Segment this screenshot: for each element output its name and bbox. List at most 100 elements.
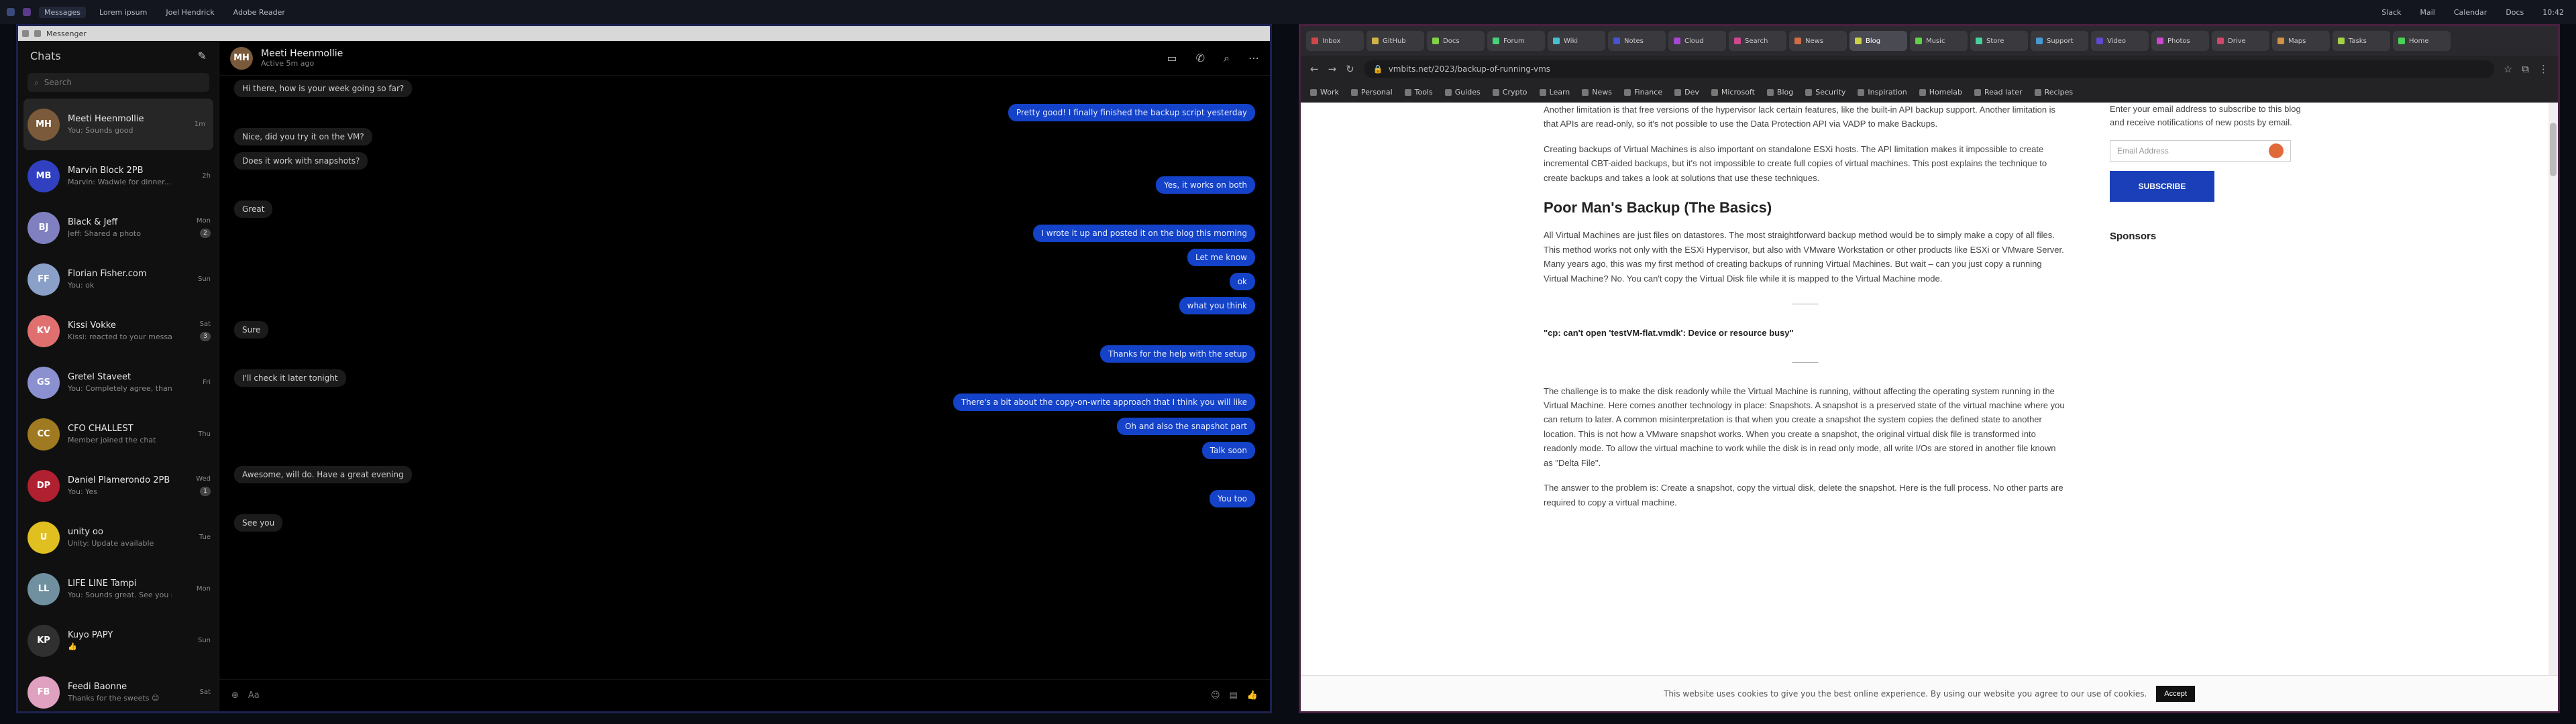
bookmark-item[interactable]: Work [1310,88,1339,97]
browser-tab[interactable]: Inbox [1306,31,1364,51]
message-bubble[interactable]: what you think [1179,297,1255,314]
bookmark-item[interactable]: Security [1805,88,1845,97]
chat-list-item[interactable]: FF Florian Fisher.com You: ok Sun [18,253,219,305]
avatar[interactable]: MH [230,46,253,70]
browser-tab[interactable]: Music [1910,31,1968,51]
menu-icon[interactable]: ⋮ [2538,63,2548,75]
address-bar[interactable]: 🔒 vmbits.net/2023/backup-of-running-vms [1363,60,2494,78]
sticker-icon[interactable]: ☺ [1211,690,1220,701]
chat-list-item[interactable]: MB Marvin Block 2PB Marvin: Wadwie for din… [18,150,219,202]
taskbar-item[interactable]: Docs [2500,7,2529,18]
search-input[interactable]: Search [44,78,72,87]
browser-tab[interactable]: Home [2393,31,2451,51]
clock[interactable]: 10:42 [2537,7,2569,18]
message-bubble[interactable]: See you [234,514,283,532]
workspace-icon[interactable] [23,8,31,16]
accept-cookies-button[interactable]: Accept [2156,685,2195,702]
password-manager-icon[interactable] [2269,143,2284,159]
bookmark-item[interactable]: News [1582,88,1612,97]
message-bubble[interactable]: Great [234,200,273,218]
bookmark-item[interactable]: Homelab [1919,88,1962,97]
taskbar-item[interactable]: Slack [2376,7,2406,18]
message-bubble[interactable]: Yes, it works on both [1156,176,1255,194]
bookmark-item[interactable]: Dev [1674,88,1699,97]
extensions-icon[interactable]: ⧉ [2522,63,2529,75]
browser-tab[interactable]: Forum [1487,31,1545,51]
url-text[interactable]: vmbits.net/2023/backup-of-running-vms [1389,64,1550,74]
message-bubble[interactable]: You too [1210,490,1255,507]
window-titlebar[interactable]: Messenger [18,26,1270,41]
chat-list-item[interactable]: Uunity oo Unity: Update available Tue [18,511,219,563]
bookmark-item[interactable]: Personal [1350,88,1393,97]
like-icon[interactable]: 👍 [1247,690,1258,701]
message-bubble[interactable]: I wrote it up and posted it on the blog … [1033,225,1255,242]
add-icon[interactable]: ⊕ [231,690,239,701]
taskbar-item[interactable]: Calendar [2449,7,2492,18]
bookmark-item[interactable]: Learn [1539,88,1570,97]
browser-tab[interactable]: Wiki [1548,31,1605,51]
window-minimize-icon[interactable] [34,30,41,37]
reload-icon[interactable]: ↻ [1346,63,1354,75]
search-icon[interactable]: ⌕ [1224,52,1230,65]
bookmark-item[interactable]: Guides [1444,88,1481,97]
browser-tab[interactable]: GitHub [1366,31,1424,51]
browser-tab[interactable]: News [1789,31,1847,51]
browser-tab[interactable]: Maps [2272,31,2330,51]
message-bubble[interactable]: There's a bit about the copy-on-write ap… [953,394,1255,411]
bookmark-item[interactable]: Blog [1766,88,1793,97]
video-call-icon[interactable]: ▭ [1167,52,1177,65]
search-bar[interactable]: ⌕ Search [28,73,209,92]
email-field[interactable]: Email Address [2110,140,2291,162]
taskbar-item[interactable]: Mail [2415,7,2440,18]
chat-list-item[interactable]: KV Kissi Vokke Kissi: reacted to your mess… [18,305,219,357]
message-bubble[interactable]: Hi there, how is your week going so far? [234,80,413,97]
chat-list-item[interactable]: KP Kuyo PAPY 👍 Sun [18,615,219,666]
chat-list-item[interactable]: CC CFO CHALLEST Member joined the chat Thu [18,408,219,460]
star-icon[interactable]: ☆ [2504,63,2512,75]
browser-tab[interactable]: Blog [1849,31,1907,51]
browser-tab[interactable]: Tasks [2332,31,2390,51]
app-menu-icon[interactable] [7,8,15,16]
subscribe-button[interactable]: SUBSCRIBE [2110,171,2214,202]
window-close-icon[interactable] [22,30,29,37]
message-bubble[interactable]: I'll check it later tonight [234,369,346,387]
message-bubble[interactable]: Thanks for the help with the setup [1100,345,1255,363]
message-bubble[interactable]: Let me know [1187,249,1255,266]
message-bubble[interactable]: Does it work with snapshots? [234,152,368,170]
more-icon[interactable]: ⋯ [1248,52,1259,65]
email-placeholder[interactable]: Email Address [2117,145,2169,158]
browser-tab[interactable]: Notes [1608,31,1666,51]
browser-tab[interactable]: Search [1729,31,1786,51]
gif-icon[interactable]: ▤ [1230,690,1238,701]
back-icon[interactable]: ← [1310,63,1319,75]
bookmark-item[interactable]: Microsoft [1711,88,1755,97]
bookmark-item[interactable]: Recipes [2034,88,2073,97]
message-bubble[interactable]: ok [1229,273,1255,290]
bookmark-item[interactable]: Read later [1974,88,2023,97]
bookmark-item[interactable]: Crypto [1492,88,1527,97]
browser-tab[interactable]: Docs [1427,31,1485,51]
bookmark-item[interactable]: Inspiration [1858,88,1907,97]
browser-tab[interactable]: Video [2091,31,2149,51]
forward-icon[interactable]: → [1328,63,1337,75]
chat-list-item[interactable]: BJ Black & Jeff Jeff: Shared a photo Mon 2 [18,202,219,253]
browser-tab[interactable]: Support [2031,31,2088,51]
phone-icon[interactable]: ✆ [1196,52,1205,65]
message-bubble[interactable]: Talk soon [1201,442,1255,459]
message-bubble[interactable]: Awesome, will do. Have a great evening [234,466,412,483]
chat-list-item[interactable]: GS Gretel Staveet You: Completely agree, t… [18,357,219,408]
taskbar-item[interactable]: Joel Hendrick [160,7,219,18]
bookmark-item[interactable]: Finance [1624,88,1662,97]
taskbar-item[interactable]: Messages [39,6,86,18]
message-bubble[interactable]: Nice, did you try it on the VM? [234,128,372,145]
bookmark-item[interactable]: Tools [1404,88,1433,97]
conversation-name[interactable]: Meeti Heenmollie [261,48,343,59]
chat-list-item[interactable]: LL LIFE LINE Tampi You: Sounds great. See … [18,563,219,615]
message-bubble[interactable]: Oh and also the snapshot part [1116,418,1255,435]
scrollbar-thumb[interactable] [2550,123,2557,176]
taskbar-item[interactable]: Lorem ipsum [94,7,152,18]
taskbar-item[interactable]: Adobe Reader [228,7,290,18]
chat-list-item[interactable]: FB Feedi Baonne Thanks for the sweets 😊 Sat [18,666,219,711]
message-input[interactable]: Aa [248,690,1201,701]
chat-list-item[interactable]: MH Meeti Heenmollie You: Sounds good 1m [23,99,213,150]
